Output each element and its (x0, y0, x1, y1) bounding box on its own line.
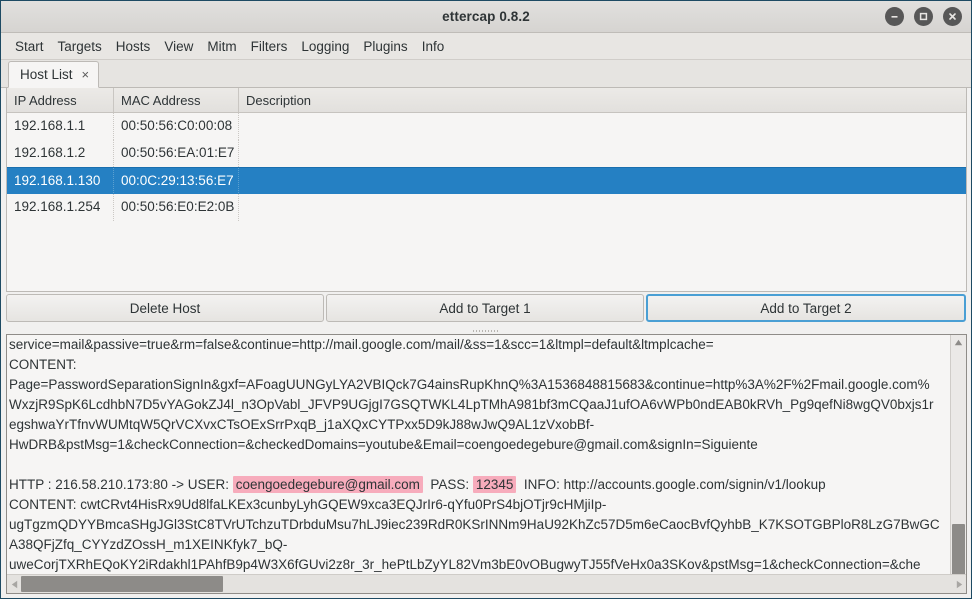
delete-host-button[interactable]: Delete Host (6, 294, 324, 322)
log-line: ugTgzmQDYYBmcaSHgJGl3StC8TVrUTchzuTDrbdu… (9, 515, 950, 535)
horizontal-scroll-track[interactable] (21, 575, 952, 593)
menu-item-mitm[interactable]: Mitm (200, 36, 243, 57)
log-segment-prefix: HTTP : 216.58.210.173:80 -> USER: (9, 477, 233, 492)
log-line: service=mail&passive=true&rm=false&conti… (9, 335, 950, 355)
table-header-row: IP Address MAC Address Description (7, 88, 966, 113)
log-segment: CONTENT: (9, 357, 77, 372)
minimize-button[interactable] (885, 7, 904, 26)
menu-item-view[interactable]: View (157, 36, 200, 57)
captured-username: coengoedegebure@gmail.com (232, 476, 423, 493)
log-segment: HwDRB&pstMsg=1&checkConnection=&checkedD… (9, 437, 758, 452)
log-line: HwDRB&pstMsg=1&checkConnection=&checkedD… (9, 435, 950, 455)
cell-description (239, 194, 966, 221)
cell-description (239, 168, 966, 195)
menu-item-logging[interactable]: Logging (294, 36, 356, 57)
log-line-blank (9, 455, 950, 475)
cell-description (239, 113, 966, 140)
captured-password: 12345 (472, 476, 517, 493)
vertical-scroll-track[interactable] (951, 349, 966, 574)
cell-description (239, 140, 966, 167)
close-icon[interactable]: × (82, 68, 90, 81)
column-header-ip-address[interactable]: IP Address (7, 88, 114, 112)
cell-mac-address: 00:50:56:C0:00:08 (114, 113, 239, 140)
add-to-target-1-button[interactable]: Add to Target 1 (326, 294, 644, 322)
maximize-button[interactable] (914, 7, 933, 26)
log-line: CONTENT: (9, 355, 950, 375)
host-action-buttons: Delete Host Add to Target 1 Add to Targe… (1, 292, 971, 328)
log-segment: egshwaYrTfnvWUMtqW5QrVCXvxCTsOExSrrPxqB_… (9, 417, 595, 432)
cell-ip-address: 192.168.1.1 (7, 113, 114, 140)
menu-bar: Start Targets Hosts View Mitm Filters Lo… (1, 33, 971, 60)
log-text-area[interactable]: service=mail&passive=true&rm=false&conti… (7, 335, 950, 574)
table-row[interactable]: 192.168.1.1 00:50:56:C0:00:08 (7, 113, 966, 140)
cell-mac-address: 00:50:56:EA:01:E7 (114, 140, 239, 167)
log-segment: ugTgzmQDYYBmcaSHgJGl3StC8TVrUTchzuTDrbdu… (9, 517, 940, 532)
log-segment-info: INFO: http://accounts.google.com/signin/… (516, 477, 826, 492)
host-table: IP Address MAC Address Description 192.1… (6, 88, 967, 292)
table-row[interactable]: 192.168.1.254 00:50:56:E0:E2:0B (7, 194, 966, 221)
add-to-target-2-button[interactable]: Add to Target 2 (646, 294, 966, 322)
log-segment: CONTENT: cwtCRvt4HisRx9Ud8lfaLKEx3cunbyL… (9, 497, 607, 512)
cell-ip-address: 192.168.1.130 (7, 167, 114, 195)
cell-mac-address: 00:50:56:E0:E2:0B (114, 194, 239, 221)
log-body: service=mail&passive=true&rm=false&conti… (7, 335, 966, 574)
menu-item-hosts[interactable]: Hosts (109, 36, 158, 57)
cell-ip-address: 192.168.1.254 (7, 194, 114, 221)
log-line: WxzjR9SpK6LcdhbN7D5vYAGokZJ4l_n3OpVabl_J… (9, 395, 950, 415)
log-segment: service=mail&passive=true&rm=false&conti… (9, 337, 714, 352)
log-line: A38QFjZfq_CYYzdZOssH_m1XEINKfyk7_bQ- (9, 535, 950, 555)
menu-item-start[interactable]: Start (8, 36, 51, 57)
log-pane: service=mail&passive=true&rm=false&conti… (6, 334, 967, 594)
log-segment: WxzjR9SpK6LcdhbN7D5vYAGokZJ4l_n3OpVabl_J… (9, 397, 934, 412)
menu-item-filters[interactable]: Filters (244, 36, 295, 57)
column-header-description[interactable]: Description (239, 88, 966, 112)
cell-mac-address: 00:0C:29:13:56:E7 (114, 167, 239, 195)
log-line-credentials: HTTP : 216.58.210.173:80 -> USER: coengo… (9, 475, 950, 495)
window-title: ettercap 0.8.2 (442, 9, 530, 24)
window-controls (885, 1, 962, 32)
host-list-pane: Host List × IP Address MAC Address Descr… (1, 60, 971, 328)
menu-item-targets[interactable]: Targets (51, 36, 109, 57)
menu-item-info[interactable]: Info (415, 36, 452, 57)
tab-strip: Host List × (1, 60, 971, 88)
log-horizontal-scrollbar[interactable] (7, 574, 966, 593)
scroll-left-arrow-icon[interactable] (7, 575, 21, 593)
log-segment: Page=PasswordSeparationSignIn&gxf=AFoagU… (9, 377, 930, 392)
log-line: Page=PasswordSeparationSignIn&gxf=AFoagU… (9, 375, 950, 395)
title-bar[interactable]: ettercap 0.8.2 (1, 1, 971, 33)
tab-label: Host List (20, 67, 73, 82)
log-segment-pass-label: PASS: (422, 477, 473, 492)
scroll-up-arrow-icon[interactable] (951, 335, 966, 349)
menu-item-plugins[interactable]: Plugins (356, 36, 414, 57)
log-segment: A38QFjZfq_CYYzdZOssH_m1XEINKfyk7_bQ- (9, 537, 288, 552)
log-vertical-scrollbar[interactable] (950, 335, 966, 574)
cell-ip-address: 192.168.1.2 (7, 140, 114, 167)
log-segment: uweCorjTXRhEQoKY2iRdakhl1PAhfB9p4W3X6fGU… (9, 557, 921, 572)
table-row[interactable]: 192.168.1.2 00:50:56:EA:01:E7 (7, 140, 966, 167)
log-line: uweCorjTXRhEQoKY2iRdakhl1PAhfB9p4W3X6fGU… (9, 555, 950, 574)
scroll-right-arrow-icon[interactable] (952, 575, 966, 593)
vertical-scroll-thumb[interactable] (952, 524, 965, 574)
tab-host-list[interactable]: Host List × (8, 61, 100, 88)
table-row-selected[interactable]: 192.168.1.130 00:0C:29:13:56:E7 (7, 167, 966, 195)
log-line: CONTENT: cwtCRvt4HisRx9Ud8lfaLKEx3cunbyL… (9, 495, 950, 515)
column-header-mac-address[interactable]: MAC Address (114, 88, 239, 112)
table-body: 192.168.1.1 00:50:56:C0:00:08 192.168.1.… (7, 113, 966, 291)
horizontal-scroll-thumb[interactable] (21, 576, 223, 592)
ettercap-window: ettercap 0.8.2 Start Targets Hosts View … (0, 0, 972, 599)
log-line: egshwaYrTfnvWUMtqW5QrVCXvxCTsOExSrrPxqB_… (9, 415, 950, 435)
close-button[interactable] (943, 7, 962, 26)
